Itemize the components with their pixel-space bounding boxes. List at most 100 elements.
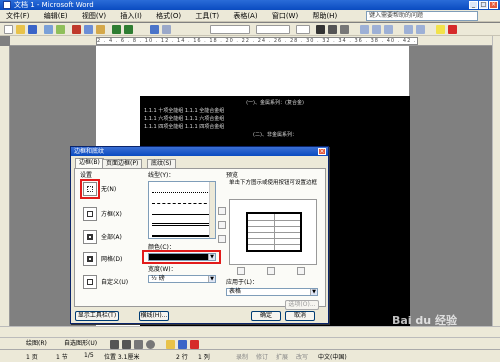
- minimize-button[interactable]: _: [469, 1, 478, 9]
- font-size-select[interactable]: [296, 25, 310, 34]
- setting-all-label[interactable]: 全部(A): [101, 234, 122, 241]
- options-button[interactable]: 选项(O)...: [285, 300, 319, 310]
- maximize-button[interactable]: □: [479, 1, 488, 9]
- line-style-list[interactable]: [148, 181, 216, 239]
- borders-tab-pane: 设置 无(N) 方框(X) 全部(A) 网格(D) 自定义(U) 线型(Y)： …: [74, 168, 326, 310]
- menu-insert[interactable]: 插入(I): [114, 10, 148, 22]
- setting-box-label[interactable]: 方框(X): [101, 211, 122, 218]
- line-style-option[interactable]: [152, 217, 212, 226]
- menu-file[interactable]: 文件(F): [0, 10, 36, 22]
- underline-icon[interactable]: [340, 25, 349, 34]
- fill-color-icon[interactable]: [166, 340, 175, 349]
- help-search-input[interactable]: 键入需要帮助的问题: [366, 11, 478, 21]
- inside-v-border-button[interactable]: [267, 267, 275, 275]
- status-ext[interactable]: 扩展: [276, 352, 288, 361]
- show-toolbar-button[interactable]: 显示工具栏(T): [75, 311, 119, 321]
- bullets-icon[interactable]: [416, 25, 425, 34]
- cancel-button[interactable]: 取消: [285, 311, 315, 321]
- menu-edit[interactable]: 编辑(E): [38, 10, 74, 22]
- draw-menu[interactable]: 绘图(R): [26, 340, 47, 347]
- autoshape-menu[interactable]: 自选图形(U): [64, 340, 97, 347]
- align-right-icon[interactable]: [384, 25, 393, 34]
- tab-page-border[interactable]: 页面边框(P): [102, 159, 143, 168]
- tab-shading[interactable]: 底纹(S): [147, 159, 176, 168]
- dialog-close-button[interactable]: ×: [318, 148, 326, 155]
- ok-button[interactable]: 确定: [251, 311, 281, 321]
- chevron-down-icon[interactable]: ▼: [208, 276, 215, 282]
- apply-to-select[interactable]: 表格 ▼: [226, 288, 318, 296]
- paste-icon[interactable]: [96, 25, 105, 34]
- highlight-setting-box: [80, 179, 100, 199]
- cut-icon[interactable]: [72, 25, 81, 34]
- numbering-icon[interactable]: [404, 25, 413, 34]
- right-border-button[interactable]: [297, 267, 305, 275]
- preview-table: [246, 212, 302, 252]
- font-style-select[interactable]: [210, 25, 250, 34]
- new-doc-icon[interactable]: [4, 25, 13, 34]
- borders-shading-dialog: 边框和底纹 × 边框(B) 页面边框(P) 底纹(S) 设置 无(N) 方框(X…: [70, 146, 329, 324]
- doc-line: 1.1.1 四项全能组 1.1.1 四项合金组: [144, 124, 225, 130]
- font-name-select[interactable]: [256, 25, 290, 34]
- baidu-watermark: Bai du 经验: [392, 314, 457, 327]
- left-border-button[interactable]: [237, 267, 245, 275]
- line-color-icon[interactable]: [178, 340, 187, 349]
- redo-icon[interactable]: [124, 25, 133, 34]
- ruler-scale: 2 . 4 . 6 . 8 . 10 . 12 . 14 . 16 . 18 .…: [96, 37, 418, 45]
- menu-help[interactable]: 帮助(H): [306, 10, 343, 22]
- status-bar: 1 页 1 节 1/5 位置 3.1厘米 2 行 1 列 录制 修订 扩展 改写…: [0, 349, 500, 362]
- setting-custom-icon[interactable]: [83, 275, 97, 289]
- status-rev[interactable]: 修订: [256, 352, 268, 361]
- open-folder-icon[interactable]: [16, 25, 25, 34]
- line-style-option[interactable]: [152, 184, 212, 193]
- rectangle-tool-icon[interactable]: [134, 340, 143, 349]
- width-value: ½ 磅: [151, 275, 165, 282]
- save-icon[interactable]: [28, 25, 37, 34]
- print-icon[interactable]: [44, 25, 53, 34]
- vertical-scrollbar[interactable]: [492, 36, 500, 326]
- inside-h-border-button[interactable]: [218, 221, 226, 229]
- border-preview[interactable]: [229, 199, 317, 265]
- line-tool-icon[interactable]: [110, 340, 119, 349]
- highlight-icon[interactable]: [436, 25, 445, 34]
- setting-grid-label[interactable]: 网格(D): [101, 256, 122, 263]
- oval-tool-icon[interactable]: [146, 340, 155, 349]
- close-button[interactable]: ×: [489, 1, 498, 9]
- preview-hint: 单击下方图示或使用按钮可设置边框: [229, 180, 318, 186]
- style-list-scrollbar[interactable]: [209, 182, 215, 238]
- setting-box-icon[interactable]: [83, 207, 97, 221]
- tab-borders[interactable]: 边框(B): [75, 158, 104, 168]
- status-ovr[interactable]: 改写: [296, 352, 308, 361]
- align-center-icon[interactable]: [372, 25, 381, 34]
- menu-format[interactable]: 格式(O): [150, 10, 187, 22]
- horizontal-line-button[interactable]: 横线(H)...: [139, 311, 169, 321]
- text-color-icon[interactable]: [190, 340, 199, 349]
- setting-custom-label[interactable]: 自定义(U): [101, 279, 128, 286]
- copy-icon[interactable]: [84, 25, 93, 34]
- insert-table-icon[interactable]: [150, 25, 159, 34]
- line-style-option[interactable]: [152, 228, 212, 237]
- apply-to-value: 表格: [229, 288, 242, 295]
- bottom-border-button[interactable]: [218, 235, 226, 243]
- top-border-button[interactable]: [218, 207, 226, 215]
- width-select[interactable]: ½ 磅 ▼: [148, 275, 216, 283]
- setting-all-icon[interactable]: [83, 230, 97, 244]
- columns-icon[interactable]: [162, 25, 171, 34]
- setting-grid-icon[interactable]: [83, 252, 97, 266]
- line-style-option[interactable]: [152, 195, 212, 204]
- setting-none-label[interactable]: 无(N): [101, 186, 116, 193]
- align-left-icon[interactable]: [360, 25, 369, 34]
- preview-icon[interactable]: [56, 25, 65, 34]
- line-style-option[interactable]: [152, 206, 212, 215]
- chevron-down-icon[interactable]: ▼: [310, 289, 317, 295]
- menu-view[interactable]: 视图(V): [76, 10, 112, 22]
- menu-window[interactable]: 窗口(W): [266, 10, 304, 22]
- italic-icon[interactable]: [328, 25, 337, 34]
- bold-icon[interactable]: [316, 25, 325, 34]
- highlight-color-box: [142, 250, 221, 264]
- undo-icon[interactable]: [112, 25, 121, 34]
- status-rec[interactable]: 录制: [236, 352, 248, 361]
- font-color-icon[interactable]: [448, 25, 457, 34]
- arrow-tool-icon[interactable]: [122, 340, 131, 349]
- menu-tools[interactable]: 工具(T): [189, 10, 225, 22]
- menu-table[interactable]: 表格(A): [227, 10, 263, 22]
